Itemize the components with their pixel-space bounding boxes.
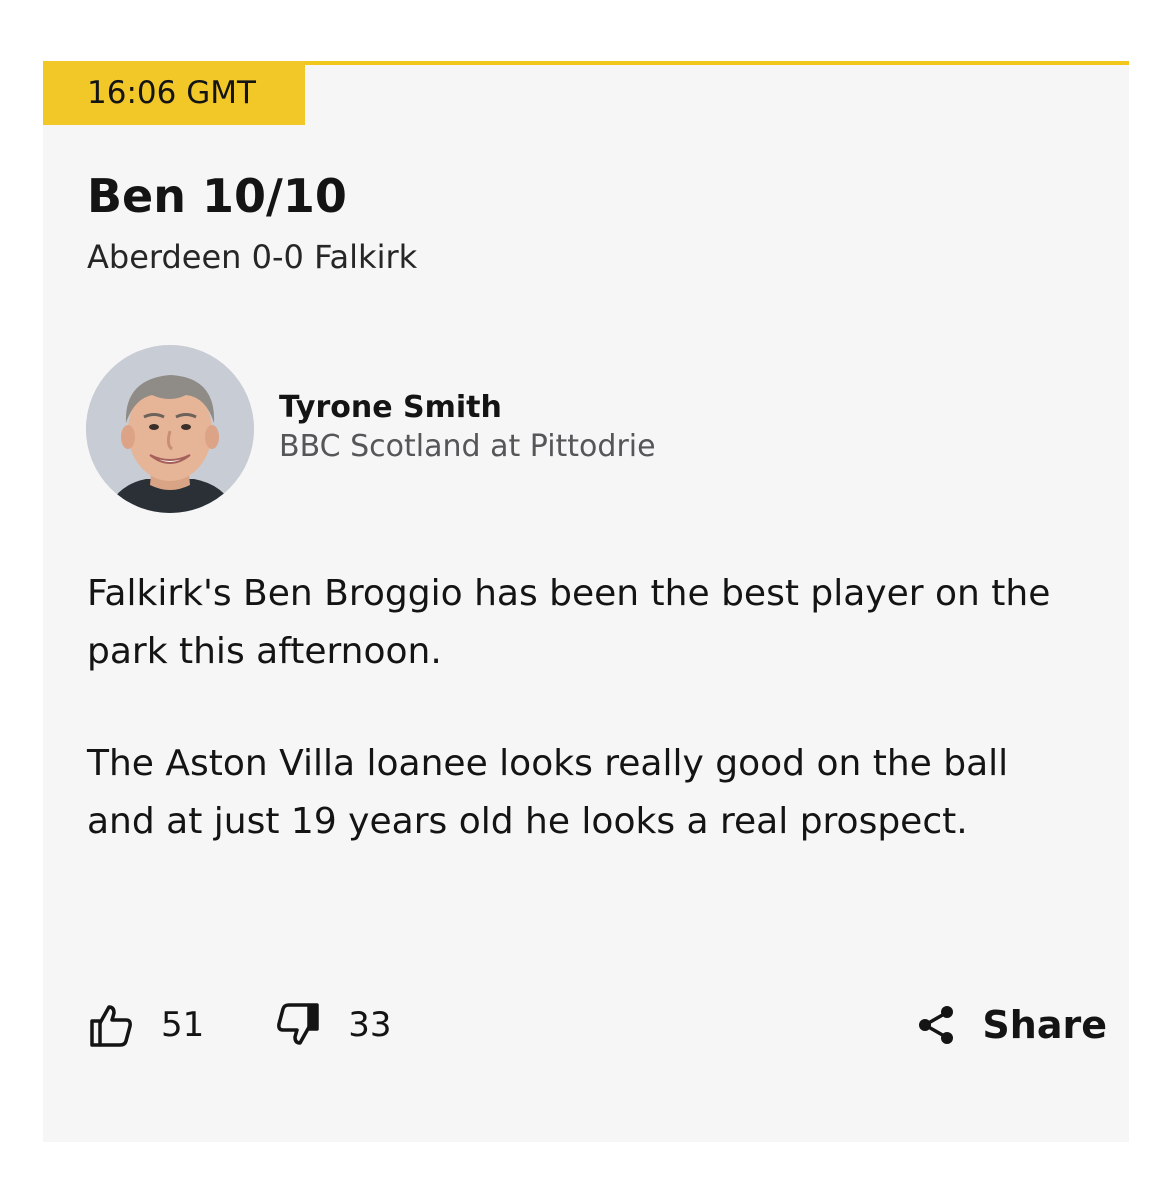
share-label: Share (982, 1003, 1107, 1047)
share-button[interactable]: Share (916, 1003, 1107, 1047)
thumbs-down-icon (277, 1003, 320, 1045)
author-avatar (86, 345, 254, 513)
timestamp-badge: 16:06 GMT (43, 61, 305, 125)
like-count: 51 (161, 1005, 205, 1045)
dislike-count: 33 (348, 1005, 392, 1045)
post-headline: Ben 10/10 (87, 169, 347, 223)
reaction-bar: 51 33 Share (87, 993, 1107, 1057)
post-paragraph: The Aston Villa loanee looks really good… (87, 743, 1009, 842)
author-name: Tyrone Smith (279, 390, 502, 425)
author-role: BBC Scotland at Pittodrie (279, 429, 656, 464)
match-score-subheadline: Aberdeen 0-0 Falkirk (87, 238, 418, 276)
post-paragraph: Falkirk's Ben Broggio has been the best … (87, 573, 1051, 672)
like-button[interactable]: 51 (87, 1001, 204, 1049)
thumbs-up-icon (90, 1005, 132, 1047)
live-post-card: 16:06 GMT Ben 10/10 Aberdeen 0-0 Falkirk (43, 61, 1129, 1142)
author-info: Tyrone Smith BBC Scotland at Pittodrie (279, 389, 656, 467)
share-icon (919, 1006, 954, 1044)
author-photo (86, 345, 254, 513)
dislike-button[interactable]: 33 (274, 1001, 392, 1049)
post-body: Falkirk's Ben Broggio has been the best … (87, 565, 1087, 905)
